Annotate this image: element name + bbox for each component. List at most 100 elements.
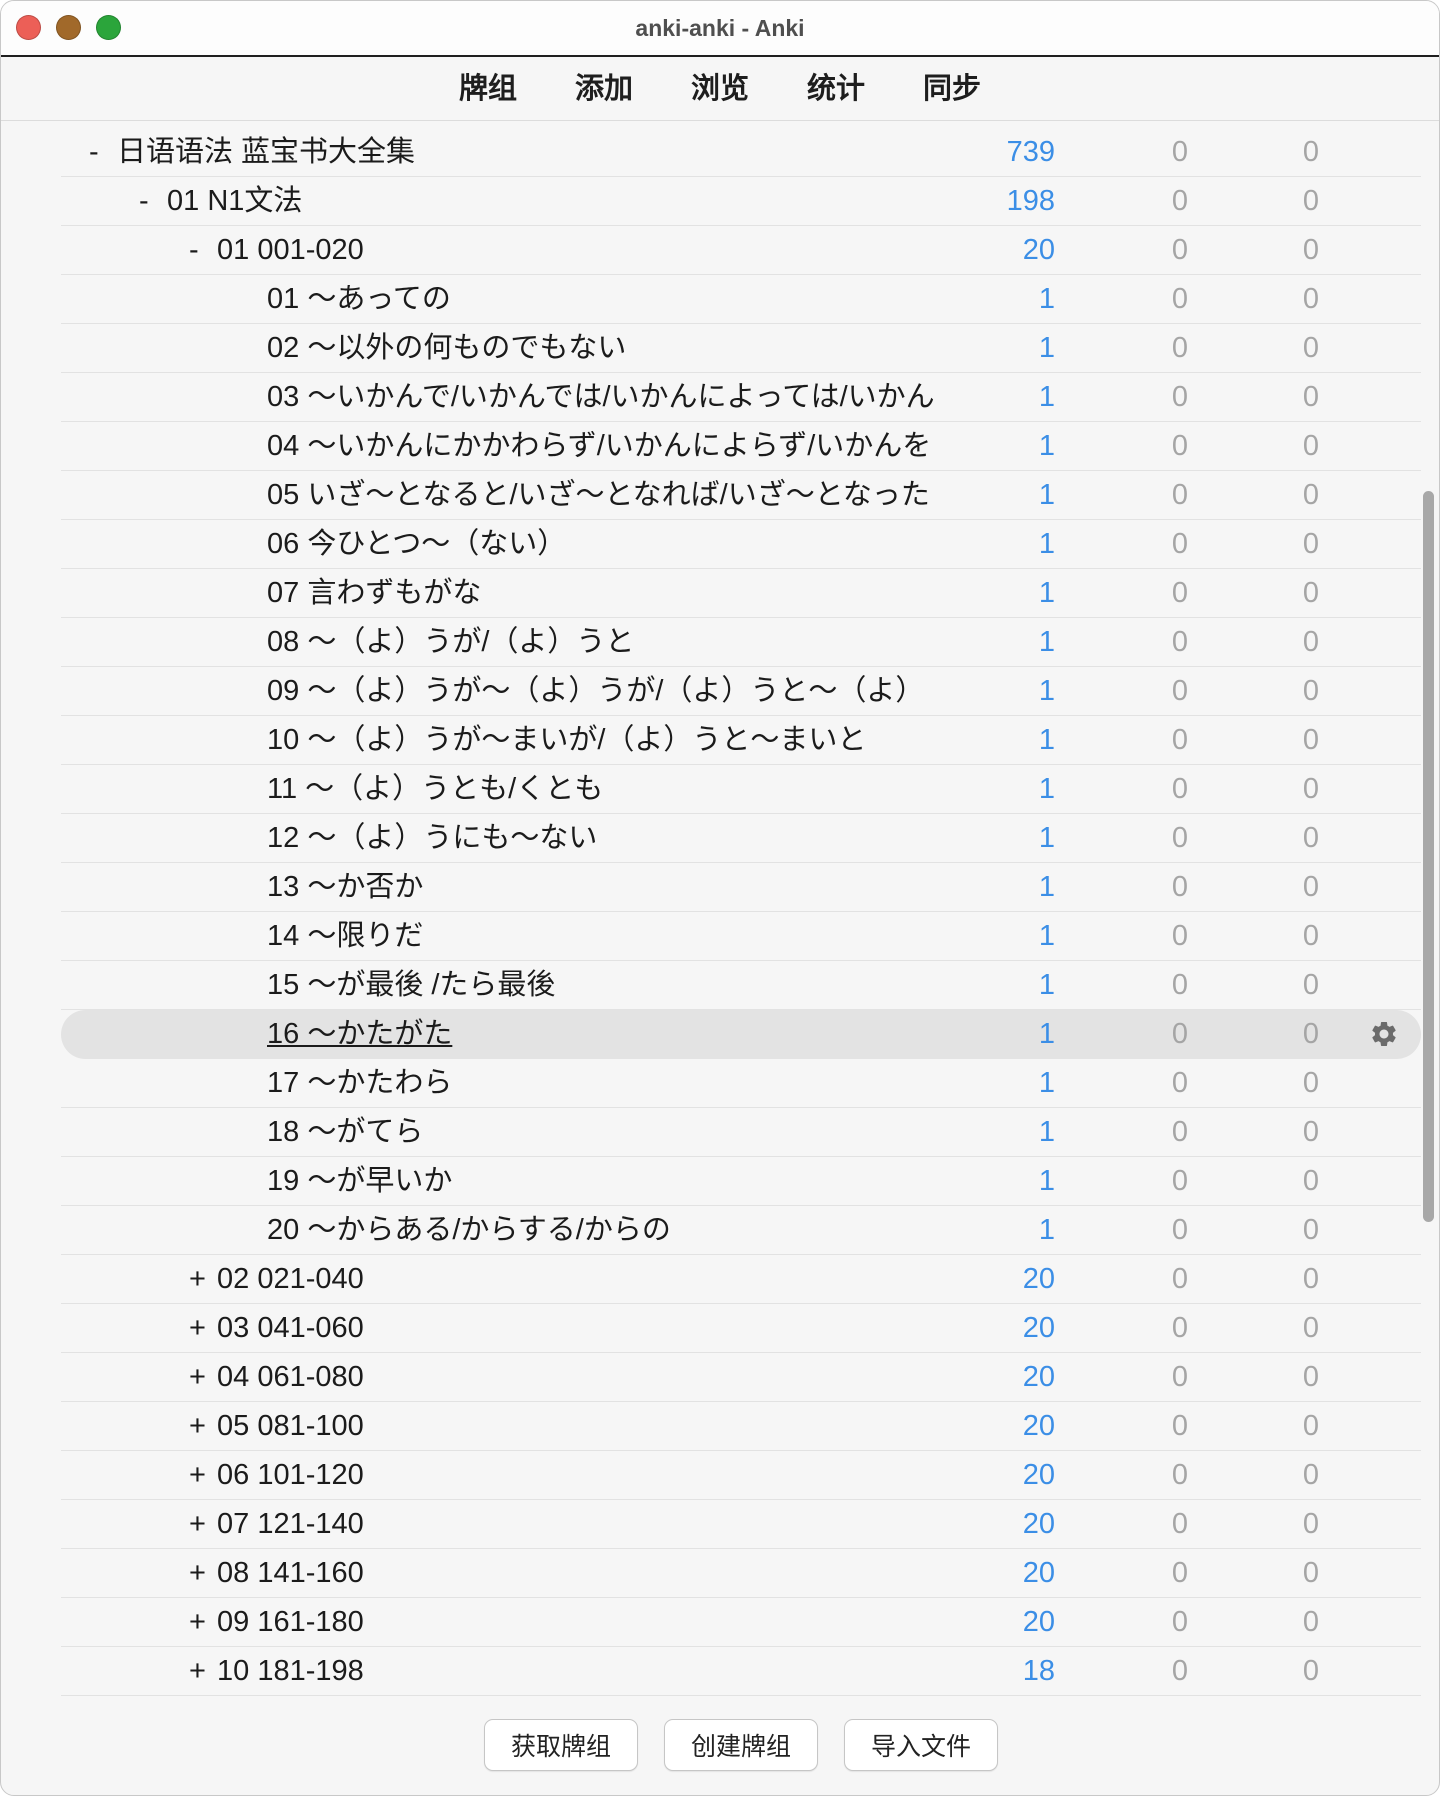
- expand-toggle[interactable]: +: [189, 1647, 217, 1696]
- deck-row[interactable]: -01 N1文法 198 0 0: [61, 177, 1421, 226]
- deck-row[interactable]: 06 今ひとつ～（ない） 1 0 0: [61, 520, 1421, 569]
- new-count: 1: [1038, 1067, 1055, 1099]
- deck-row[interactable]: 13 ～か否か 1 0 0: [61, 863, 1421, 912]
- expand-toggle[interactable]: +: [189, 1353, 217, 1402]
- new-count: 1: [1038, 871, 1055, 903]
- deck-row[interactable]: +10 181-198 18 0 0: [61, 1647, 1421, 1696]
- toolbar-sync[interactable]: 同步: [894, 69, 1010, 109]
- deck-name-cell: 15 ～が最後 /たら最後: [61, 961, 950, 1010]
- learn-count: 0: [1171, 724, 1189, 756]
- deck-row[interactable]: +09 161-180 20 0 0: [61, 1598, 1421, 1647]
- toolbar-stats[interactable]: 统计: [778, 69, 894, 109]
- deck-name-link[interactable]: 05 081-100: [217, 1410, 364, 1442]
- deck-name-link[interactable]: 04 061-080: [217, 1361, 364, 1393]
- scrollbar-thumb[interactable]: [1423, 491, 1434, 1222]
- deck-name-link[interactable]: 07 121-140: [217, 1508, 364, 1540]
- deck-row[interactable]: +07 121-140 20 0 0: [61, 1500, 1421, 1549]
- deck-name-link[interactable]: 15 ～が最後 /たら最後: [267, 969, 555, 1001]
- due-count: 0: [1302, 1067, 1320, 1099]
- deck-row[interactable]: 05 いざ～となると/いざ～となれば/いざ～となった 1 0 0: [61, 471, 1421, 520]
- deck-row[interactable]: +05 081-100 20 0 0: [61, 1402, 1421, 1451]
- due-count: 0: [1302, 871, 1320, 903]
- deck-name-link[interactable]: 01 N1文法: [167, 185, 302, 217]
- deck-row[interactable]: +03 041-060 20 0 0: [61, 1304, 1421, 1353]
- new-count: 1: [1038, 381, 1055, 413]
- collapse-toggle[interactable]: -: [139, 177, 167, 226]
- deck-name-cell: +10 181-198: [61, 1647, 950, 1696]
- deck-name-link[interactable]: 01 001-020: [217, 234, 364, 266]
- deck-name-link[interactable]: 09 161-180: [217, 1606, 364, 1638]
- deck-row[interactable]: 12 ～（よ）うにも～ない 1 0 0: [61, 814, 1421, 863]
- expand-toggle[interactable]: +: [189, 1500, 217, 1549]
- deck-name-link[interactable]: 20 ～からある/からする/からの: [267, 1214, 671, 1246]
- deck-row[interactable]: 19 ～が早いか 1 0 0: [61, 1157, 1421, 1206]
- deck-row[interactable]: 17 ～かたわら 1 0 0: [61, 1059, 1421, 1108]
- deck-name-link[interactable]: 16 ～かたがた: [267, 1018, 452, 1050]
- deck-name-link[interactable]: 03 ～いかんで/いかんでは/いかんによっては/いかん: [267, 381, 935, 413]
- deck-row[interactable]: 08 ～（よ）うが/（よ）うと 1 0 0: [61, 618, 1421, 667]
- deck-name-link[interactable]: 日语语法 蓝宝书大全集: [117, 136, 415, 168]
- deck-name-link[interactable]: 11 ～（よ）うとも/くとも: [267, 773, 603, 805]
- deck-name-link[interactable]: 07 言わずもがな: [267, 577, 481, 609]
- deck-name-link[interactable]: 09 ～（よ）うが～（よ）うが/（よ）うと～（よ）: [267, 675, 924, 707]
- import-file-button[interactable]: 导入文件: [844, 1719, 998, 1771]
- deck-row[interactable]: 01 ～あっての 1 0 0: [61, 275, 1421, 324]
- due-count: 0: [1302, 381, 1320, 413]
- due-count: 0: [1302, 479, 1320, 511]
- deck-name-link[interactable]: 19 ～が早いか: [267, 1165, 452, 1197]
- toolbar-add[interactable]: 添加: [546, 69, 662, 109]
- toolbar-decks[interactable]: 牌组: [430, 69, 546, 109]
- deck-name-link[interactable]: 06 101-120: [217, 1459, 364, 1491]
- deck-name-link[interactable]: 04 ～いかんにかかわらず/いかんによらず/いかんを: [267, 430, 931, 462]
- deck-row[interactable]: - 日语语法 蓝宝书大全集 739 0 0: [61, 128, 1421, 177]
- deck-name-link[interactable]: 12 ～（よ）うにも～ない: [267, 822, 597, 854]
- get-shared-decks-button[interactable]: 获取牌组: [484, 1719, 638, 1771]
- collapse-toggle[interactable]: -: [89, 128, 117, 177]
- deck-name-link[interactable]: 10 181-198: [217, 1655, 364, 1687]
- deck-row[interactable]: 09 ～（よ）うが～（よ）うが/（よ）うと～（よ） 1 0 0: [61, 667, 1421, 716]
- new-count: 20: [1022, 1508, 1055, 1540]
- expand-toggle[interactable]: +: [189, 1598, 217, 1647]
- deck-row[interactable]: 03 ～いかんで/いかんでは/いかんによっては/いかん 1 0 0: [61, 373, 1421, 422]
- collapse-toggle[interactable]: -: [189, 226, 217, 275]
- deck-name-link[interactable]: 08 141-160: [217, 1557, 364, 1589]
- expand-toggle[interactable]: +: [189, 1255, 217, 1304]
- deck-name-link[interactable]: 17 ～かたわら: [267, 1067, 452, 1099]
- deck-name-link[interactable]: 05 いざ～となると/いざ～となれば/いざ～となった: [267, 479, 930, 511]
- deck-row[interactable]: +06 101-120 20 0 0: [61, 1451, 1421, 1500]
- create-deck-button[interactable]: 创建牌组: [664, 1719, 818, 1771]
- deck-row[interactable]: +02 021-040 20 0 0: [61, 1255, 1421, 1304]
- deck-row[interactable]: 14 ～限りだ 1 0 0: [61, 912, 1421, 961]
- deck-name-link[interactable]: 06 今ひとつ～（ない）: [267, 528, 566, 560]
- deck-name-link[interactable]: 03 041-060: [217, 1312, 364, 1344]
- deck-row[interactable]: 18 ～がてら 1 0 0: [61, 1108, 1421, 1157]
- deck-name-link[interactable]: 14 ～限りだ: [267, 920, 423, 952]
- deck-name-link[interactable]: 08 ～（よ）うが/（よ）うと: [267, 626, 634, 658]
- deck-row[interactable]: 15 ～が最後 /たら最後 1 0 0: [61, 961, 1421, 1010]
- deck-row[interactable]: 07 言わずもがな 1 0 0: [61, 569, 1421, 618]
- expand-toggle[interactable]: +: [189, 1304, 217, 1353]
- deck-row[interactable]: +04 061-080 20 0 0: [61, 1353, 1421, 1402]
- expand-toggle[interactable]: +: [189, 1451, 217, 1500]
- deck-row[interactable]: 02 ～以外の何ものでもない 1 0 0: [61, 324, 1421, 373]
- due-count: 0: [1302, 577, 1320, 609]
- deck-row[interactable]: -01 001-020 20 0 0: [61, 226, 1421, 275]
- title-bar[interactable]: anki-anki - Anki: [1, 1, 1439, 55]
- deck-name-link[interactable]: 18 ～がてら: [267, 1116, 423, 1148]
- toolbar-browse[interactable]: 浏览: [662, 69, 778, 109]
- deck-name-link[interactable]: 02 ～以外の何ものでもない: [267, 332, 626, 364]
- deck-row[interactable]: +08 141-160 20 0 0: [61, 1549, 1421, 1598]
- deck-name-link[interactable]: 02 021-040: [217, 1263, 364, 1295]
- deck-row[interactable]: 04 ～いかんにかかわらず/いかんによらず/いかんを 1 0 0: [61, 422, 1421, 471]
- deck-row[interactable]: 10 ～（よ）うが～まいが/（よ）うと～まいと 1 0 0: [61, 716, 1421, 765]
- expand-toggle[interactable]: +: [189, 1402, 217, 1451]
- deck-row-current[interactable]: 16 ～かたがた 1 0 0: [61, 1010, 1421, 1059]
- deck-row[interactable]: 11 ～（よ）うとも/くとも 1 0 0: [61, 765, 1421, 814]
- deck-row[interactable]: 20 ～からある/からする/からの 1 0 0: [61, 1206, 1421, 1255]
- deck-name-link[interactable]: 10 ～（よ）うが～まいが/（よ）うと～まいと: [267, 724, 866, 756]
- gear-icon[interactable]: [1369, 1019, 1399, 1049]
- expand-toggle[interactable]: +: [189, 1549, 217, 1598]
- deck-name-cell: 09 ～（よ）うが～（よ）うが/（よ）うと～（よ）: [61, 667, 950, 716]
- deck-name-link[interactable]: 13 ～か否か: [267, 871, 423, 903]
- deck-name-link[interactable]: 01 ～あっての: [267, 283, 451, 315]
